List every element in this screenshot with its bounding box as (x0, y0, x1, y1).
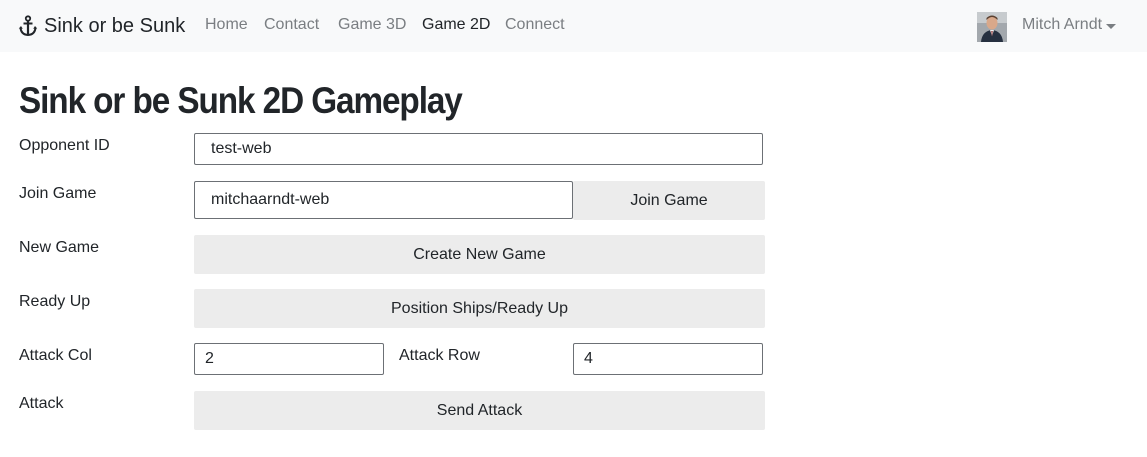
brand-name: Sink or be Sunk (44, 14, 186, 37)
nav-connect[interactable]: Connect (505, 15, 565, 35)
opponent-id-label: Opponent ID (19, 137, 110, 154)
ready-up-button[interactable]: Position Ships/Ready Up (194, 289, 765, 328)
navbar: Sink or be Sunk Home Contact Game 3D Gam… (0, 0, 1147, 52)
nav-home[interactable]: Home (205, 15, 248, 35)
nav-contact[interactable]: Contact (264, 15, 319, 35)
send-attack-button[interactable]: Send Attack (194, 391, 765, 430)
avatar[interactable] (977, 12, 1007, 42)
attack-label: Attack (19, 395, 64, 412)
opponent-id-input[interactable] (194, 133, 763, 165)
chevron-down-icon (1106, 23, 1117, 29)
new-game-label: New Game (19, 239, 100, 256)
attack-col-label: Attack Col (19, 347, 92, 364)
user-menu-dropdown[interactable]: Mitch Arndt (1022, 15, 1117, 35)
brand-link[interactable]: Sink or be Sunk (18, 12, 185, 40)
create-new-game-button[interactable]: Create New Game (194, 235, 765, 274)
join-game-input[interactable] (194, 181, 573, 219)
attack-row-input[interactable] (573, 343, 763, 375)
ready-up-label: Ready Up (19, 293, 91, 310)
join-game-button[interactable]: Join Game (573, 181, 765, 220)
user-name: Mitch Arndt (1022, 16, 1103, 33)
join-game-label: Join Game (19, 185, 97, 202)
nav-game-2d[interactable]: Game 2D (422, 15, 490, 35)
anchor-icon (18, 15, 38, 37)
nav-game-3d[interactable]: Game 3D (338, 15, 406, 35)
page-title: Sink or be Sunk 2D Gameplay (19, 80, 463, 121)
attack-row-label: Attack Row (399, 347, 480, 364)
attack-col-input[interactable] (194, 343, 384, 375)
